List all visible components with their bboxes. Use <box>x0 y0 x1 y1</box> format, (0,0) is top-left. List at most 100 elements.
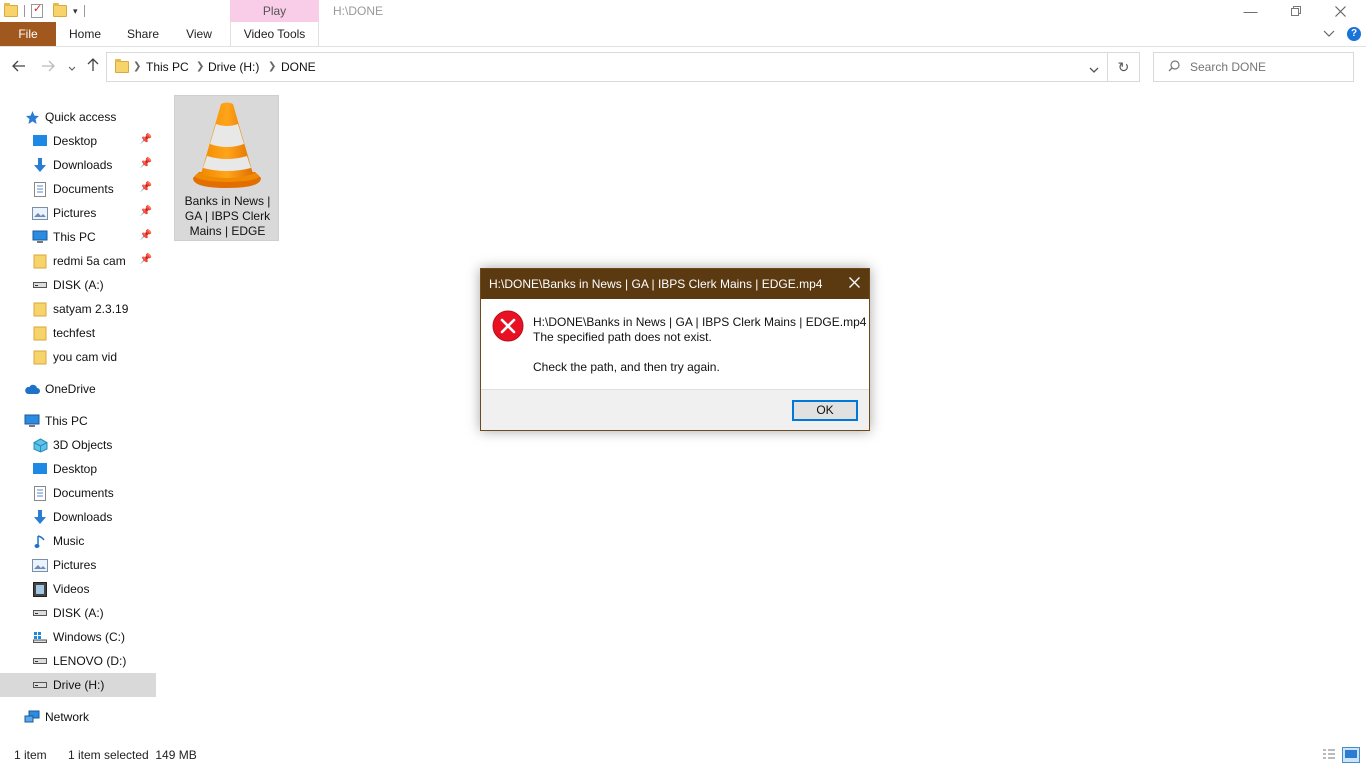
nav-label: Network <box>45 710 90 724</box>
nav-this-pc[interactable]: This PC <box>0 409 156 433</box>
nav-label: DISK (A:) <box>53 606 104 620</box>
chevron-right-icon[interactable]: ❯ <box>196 53 204 81</box>
properties-icon[interactable] <box>31 2 43 18</box>
nav-label: DISK (A:) <box>53 278 104 292</box>
nav-qa-downloads[interactable]: Downloads 📌 <box>0 153 156 177</box>
new-folder-icon[interactable] <box>53 3 67 17</box>
nav-pc-disk-a[interactable]: DISK (A:) <box>0 601 156 625</box>
up-arrow-icon[interactable] <box>83 57 103 77</box>
pin-icon[interactable]: 📌 <box>140 230 152 241</box>
nav-qa-techfest[interactable]: techfest <box>0 321 156 345</box>
customize-qat-icon[interactable]: ▾ <box>73 6 78 17</box>
nav-label: LENOVO (D:) <box>53 654 127 668</box>
nav-label: Pictures <box>53 206 97 220</box>
videos-icon <box>32 581 48 597</box>
nav-pc-pictures[interactable]: Pictures <box>0 553 156 577</box>
nav-onedrive[interactable]: OneDrive <box>0 377 156 401</box>
dialog-footer: OK <box>481 389 869 430</box>
nav-label: redmi 5a cam <box>53 254 126 268</box>
nav-qa-youcam[interactable]: you cam vid <box>0 345 156 369</box>
selection-info: 1 item selected 149 MB <box>68 748 197 762</box>
pin-icon[interactable]: 📌 <box>140 254 152 265</box>
breadcrumb-this-pc[interactable]: This PC <box>146 53 189 81</box>
nav-pc-drive-h[interactable]: Drive (H:) <box>0 673 156 697</box>
tab-share[interactable]: Share <box>118 22 168 46</box>
refresh-icon[interactable]: ↻ <box>1108 52 1140 82</box>
large-icons-view-icon[interactable] <box>1342 747 1360 767</box>
nav-label: OneDrive <box>45 382 96 396</box>
ok-button[interactable]: OK <box>792 400 858 421</box>
nav-pc-videos[interactable]: Videos <box>0 577 156 601</box>
tab-file[interactable]: File <box>0 22 56 46</box>
address-dropdown-icon[interactable] <box>1089 63 1099 77</box>
nav-pc-3d-objects[interactable]: 3D Objects <box>0 433 156 457</box>
drive-icon <box>32 277 48 293</box>
nav-network[interactable]: Network <box>0 705 156 729</box>
quick-access-toolbar: ▾ <box>0 0 91 22</box>
nav-label: Desktop <box>53 462 98 476</box>
dialog-body: H:\DONE\Banks in News | GA | IBPS Clerk … <box>481 299 869 389</box>
nav-label: Documents <box>53 182 114 196</box>
pin-icon[interactable]: 📌 <box>140 182 152 193</box>
nav-pc-downloads[interactable]: Downloads <box>0 505 156 529</box>
chevron-right-icon[interactable]: ❯ <box>268 53 276 81</box>
address-bar[interactable]: ❯ This PC ❯ Drive (H:) ❯ DONE <box>106 52 1108 82</box>
cloud-icon <box>24 381 40 397</box>
message-error: The specified path does not exist. <box>533 330 712 344</box>
nav-label: Pictures <box>53 558 97 572</box>
nav-label: Music <box>53 534 85 548</box>
breadcrumb-drive-h[interactable]: Drive (H:) <box>208 53 259 81</box>
nav-qa-redmi[interactable]: redmi 5a cam 📌 <box>0 249 156 273</box>
chevron-right-icon[interactable]: ❯ <box>133 53 141 81</box>
recent-locations-icon[interactable] <box>62 57 82 77</box>
windows-drive-icon <box>32 629 48 645</box>
search-icon <box>1168 60 1180 72</box>
tab-view[interactable]: View <box>176 22 222 46</box>
nav-quick-access[interactable]: Quick access <box>0 105 156 129</box>
folder-icon <box>32 325 48 341</box>
back-arrow-icon[interactable] <box>9 57 29 77</box>
restore-icon[interactable] <box>1273 0 1318 22</box>
nav-qa-desktop[interactable]: Desktop 📌 <box>0 129 156 153</box>
nav-pc-desktop[interactable]: Desktop <box>0 457 156 481</box>
drive-icon <box>32 605 48 621</box>
nav-qa-disk-a[interactable]: DISK (A:) <box>0 273 156 297</box>
nav-qa-this-pc[interactable]: This PC 📌 <box>0 225 156 249</box>
pin-icon[interactable]: 📌 <box>140 158 152 169</box>
desktop-icon <box>32 461 48 477</box>
close-icon[interactable] <box>1318 0 1363 22</box>
expand-ribbon-icon[interactable] <box>1323 27 1335 41</box>
pin-icon[interactable]: 📌 <box>140 206 152 217</box>
nav-pc-lenovo-d[interactable]: LENOVO (D:) <box>0 649 156 673</box>
nav-qa-pictures[interactable]: Pictures 📌 <box>0 201 156 225</box>
forward-arrow-icon[interactable] <box>38 57 58 77</box>
music-icon <box>32 533 48 549</box>
drive-icon <box>32 677 48 693</box>
status-bar: 1 item 1 item selected 149 MB <box>0 743 1366 768</box>
search-input[interactable] <box>1190 57 1350 77</box>
vlc-cone-icon <box>193 102 261 188</box>
nav-qa-satyam[interactable]: satyam 2.3.19 <box>0 297 156 321</box>
nav-qa-documents[interactable]: Documents 📌 <box>0 177 156 201</box>
tab-home[interactable]: Home <box>60 22 110 46</box>
nav-pc-windows-c[interactable]: Windows (C:) <box>0 625 156 649</box>
item-count: 1 item <box>14 748 47 762</box>
nav-label: techfest <box>53 326 96 340</box>
breadcrumb-done[interactable]: DONE <box>281 53 316 81</box>
nav-pc-documents[interactable]: Documents <box>0 481 156 505</box>
help-icon[interactable]: ? <box>1347 27 1361 41</box>
tab-video-tools[interactable]: Video Tools <box>230 22 319 46</box>
navigation-pane: Quick access Desktop 📌 Downloads 📌 Docum… <box>0 87 157 743</box>
nav-label: satyam 2.3.19 <box>53 302 129 316</box>
search-box[interactable] <box>1153 52 1354 82</box>
document-icon <box>32 181 48 197</box>
pictures-icon <box>32 205 48 221</box>
close-icon[interactable] <box>839 269 869 299</box>
pin-icon[interactable]: 📌 <box>140 134 152 145</box>
nav-pc-music[interactable]: Music <box>0 529 156 553</box>
nav-label: This PC <box>45 414 88 428</box>
folder-icon <box>4 3 18 17</box>
file-item[interactable]: Banks in News | GA | IBPS Clerk Mains | … <box>174 95 279 241</box>
minimize-icon[interactable]: — <box>1228 0 1273 22</box>
details-view-icon[interactable] <box>1322 748 1336 763</box>
